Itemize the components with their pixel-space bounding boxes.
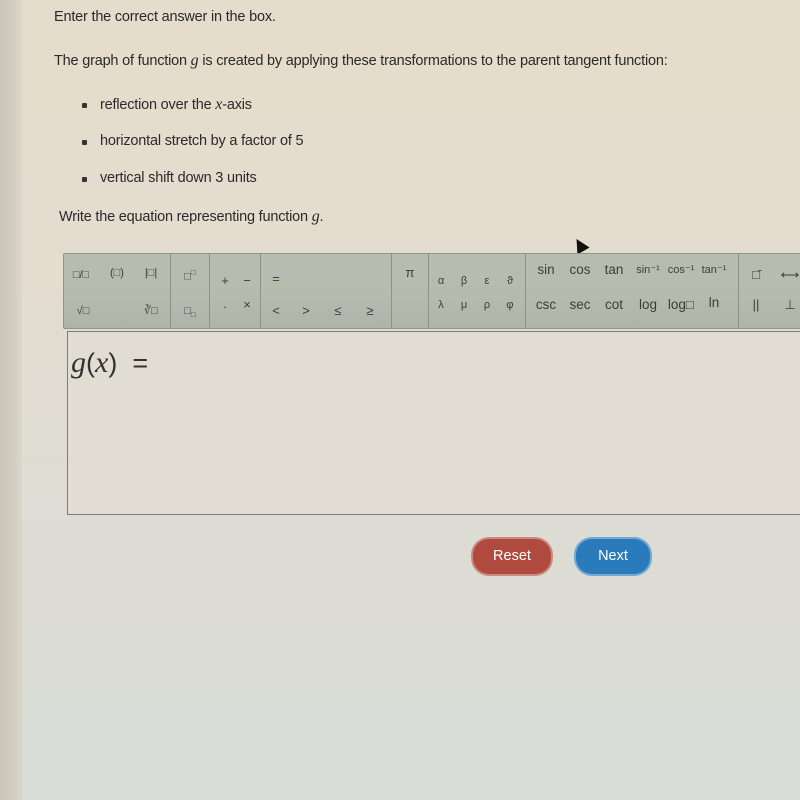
minus-button[interactable]: − (232, 270, 262, 292)
pi-button[interactable]: π (395, 262, 425, 284)
phi-button[interactable]: φ (498, 294, 522, 316)
superscript-box: □ (190, 268, 196, 277)
math-toolbar: □/□ (□) |□| √□ ∛□ □□ □□ + − · × = < > ≤ … (63, 253, 800, 329)
perpendicular-button[interactable]: ⊥ (775, 294, 800, 316)
toolbar-group-greek: α β ε ϑ λ μ ρ φ (429, 254, 526, 328)
subscript-box: □ (190, 310, 196, 320)
parentheses-button[interactable]: (□) (102, 262, 132, 284)
alpha-button[interactable]: α (429, 270, 453, 292)
prompt-prefix: Write the equation representing function (59, 209, 312, 225)
toolbar-group-scripts: □□ □□ (171, 254, 210, 328)
less-than-button[interactable]: < (261, 300, 291, 322)
fraction-button[interactable]: □/□ (66, 264, 96, 286)
equation-input[interactable] (188, 350, 792, 382)
prompt-text: Write the equation representing function… (59, 208, 324, 226)
mu-button[interactable]: μ (452, 294, 476, 316)
mouse-cursor-icon (570, 235, 590, 255)
list-item: reflection over the x-axis (80, 96, 303, 133)
screen-edge (0, 0, 22, 800)
epsilon-button[interactable]: ε (475, 270, 499, 292)
greater-than-button[interactable]: > (291, 300, 321, 322)
prompt-var: g (311, 208, 320, 225)
equals-button[interactable]: = (261, 268, 291, 290)
parallel-button[interactable]: || (741, 294, 771, 316)
toolbar-group-constants: π (392, 254, 429, 328)
function-name: g (71, 346, 86, 379)
question-suffix: is created by applying these transformat… (198, 53, 668, 69)
question-prefix: The graph of function (54, 53, 191, 69)
toolbar-group-geometry: □̄ || ⟷ ⊥ (739, 254, 800, 328)
toolbar-group-relations: = < > ≤ ≥ (261, 254, 392, 328)
item-suffix: -axis (222, 97, 252, 113)
arctan-button[interactable]: tan⁻¹ (694, 259, 734, 281)
toolbar-group-functions: sin cos tan sin⁻¹ cos⁻¹ tan⁻¹ csc sec co… (526, 254, 739, 328)
overline-button[interactable]: □̄ (741, 264, 771, 286)
line-button[interactable]: ⟷ (775, 264, 800, 286)
list-item: horizontal stretch by a factor of 5 (80, 133, 304, 170)
rho-button[interactable]: ρ (475, 294, 499, 316)
less-equal-button[interactable]: ≤ (323, 300, 353, 322)
greater-equal-button[interactable]: ≥ (355, 300, 385, 322)
toolbar-group-operators: + − · × (210, 254, 261, 328)
instructions: Enter the correct answer in the box. (54, 9, 276, 25)
question-text: The graph of function g is created by ap… (54, 52, 668, 70)
item-text: horizontal stretch by a factor of 5 (100, 133, 304, 149)
toolbar-group-structures: □/□ (□) |□| √□ ∛□ (64, 254, 171, 328)
transformation-list: reflection over the x-axis horizontal st… (80, 96, 304, 207)
prompt-suffix: . (319, 209, 324, 225)
next-button[interactable]: Next (574, 537, 652, 576)
answer-label: g(x) = (71, 346, 149, 379)
theta-button[interactable]: ϑ (498, 270, 522, 292)
absolute-value-button[interactable]: |□| (136, 262, 166, 284)
item-text: reflection over the (100, 97, 216, 113)
lambda-button[interactable]: λ (429, 294, 453, 316)
ln-button[interactable]: ln (694, 292, 734, 314)
beta-button[interactable]: β (452, 270, 476, 292)
list-item: vertical shift down 3 units (80, 170, 303, 207)
times-button[interactable]: × (232, 294, 262, 316)
function-variable: x (95, 346, 109, 379)
square-root-button[interactable]: √□ (68, 300, 98, 322)
nth-root-button[interactable]: ∛□ (136, 300, 166, 322)
item-text: vertical shift down 3 units (100, 170, 257, 186)
reset-button[interactable]: Reset (471, 537, 553, 576)
answer-box[interactable]: g(x) = (67, 331, 800, 515)
subscript-button[interactable]: □□ (175, 300, 205, 322)
superscript-button[interactable]: □□ (175, 262, 205, 284)
